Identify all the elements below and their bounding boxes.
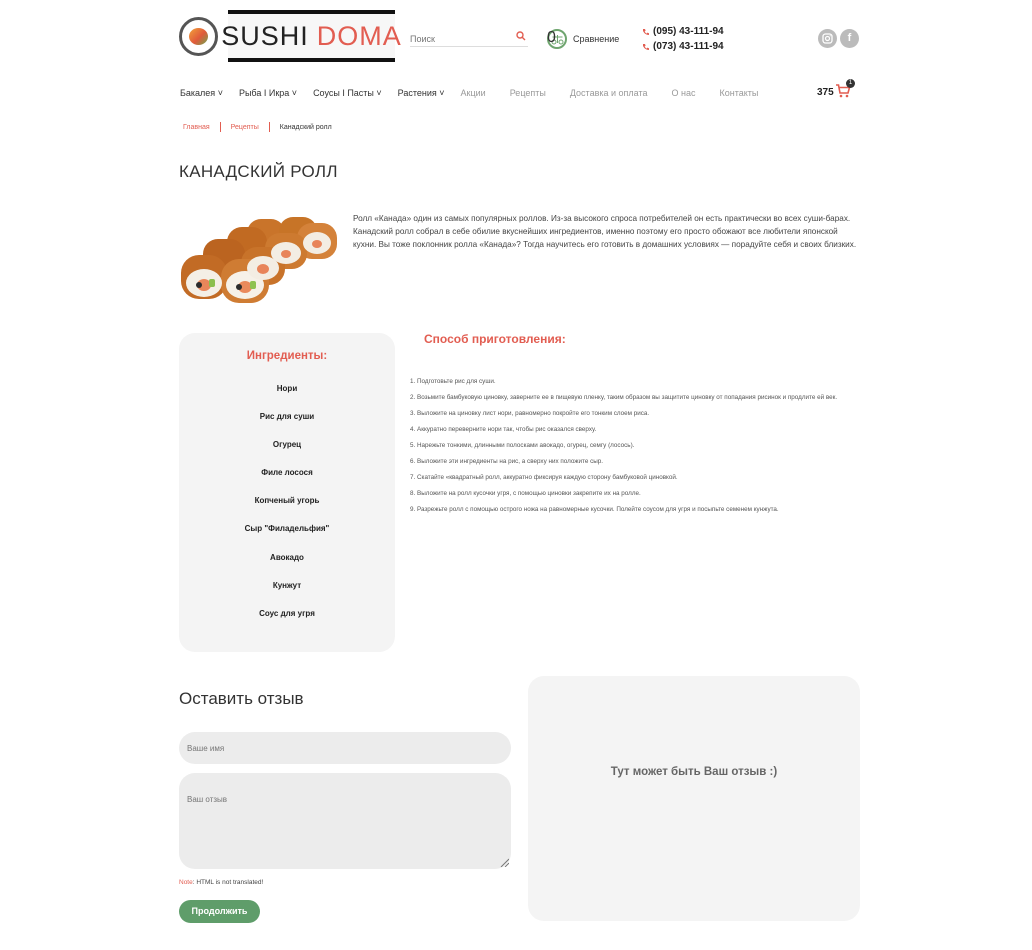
ingredients-title: Ингредиенты: [246, 350, 328, 362]
search-input[interactable] [410, 30, 510, 48]
method-step: 1. Подготовьте рис для суши. [410, 378, 496, 385]
review-placeholder-panel: Тут может быть Ваш отзыв :) [528, 676, 860, 921]
method-step: 8. Выложите на ролл кусочки угря, с помо… [410, 490, 641, 497]
method-step: 2. Возьмите бамбуковую циновку, завернит… [410, 394, 838, 401]
breadcrumb-separator [268, 122, 270, 132]
breadcrumb: Главная Рецепты Канадский ролл [183, 122, 332, 132]
ingredient-item: Нори [276, 384, 298, 393]
phone-number-1: (095) 43-111-94 [653, 26, 724, 37]
html-note: Note: HTML is not translated! [179, 879, 263, 886]
review-textarea[interactable] [179, 773, 511, 869]
intro-text: Ролл «Канада» один из самых популярных р… [353, 214, 857, 249]
method-title: Способ приготовления: [424, 332, 566, 346]
facebook-icon[interactable]: f [840, 29, 859, 48]
ingredient-item: Филе лосося [261, 468, 313, 478]
review-placeholder-text: Тут может быть Ваш отзыв :) [610, 766, 778, 778]
phone-number-2: (073) 43-111-94 [653, 41, 724, 52]
ingredient-item: Сыр "Филадельфия" [244, 524, 330, 534]
compare-label: Сравнение [573, 34, 620, 44]
phone-row-1[interactable]: (095) 43-111-94 [642, 24, 724, 39]
breadcrumb-recipes[interactable]: Рецепты [231, 124, 259, 131]
method-step: 3. Выложите на циновку лист нори, равном… [410, 410, 650, 417]
main-nav: Бакалея ˅ Рыба I Икра ˅ Соусы I Пасты ˅ … [180, 88, 758, 98]
nav-item-sauces[interactable]: Соусы I Пасты ˅ [313, 88, 382, 98]
phone-numbers: (095) 43-111-94 (073) 43-111-94 [642, 24, 724, 54]
nav-item-contacts[interactable]: Контакты [719, 88, 758, 98]
name-input[interactable] [179, 732, 511, 764]
nav-item-plants[interactable]: Растения ˅ [398, 88, 445, 98]
ingredients-list: Нори Рис для суши Огурец Филе лосося Коп… [179, 384, 395, 637]
nav-item-recipes[interactable]: Рецепты [510, 88, 546, 98]
breadcrumb-separator [219, 122, 221, 132]
nav-item-promos[interactable]: Акции [461, 88, 486, 98]
method-step: 4. Аккуратно переверните нори так, чтобы… [410, 426, 597, 433]
method-step: 9. Разрежьте ролл с помощью острого ножа… [410, 506, 779, 513]
nav-item-fish[interactable]: Рыба I Икра ˅ [239, 88, 297, 98]
search-box [410, 29, 528, 48]
breadcrumb-home[interactable]: Главная [183, 124, 210, 131]
logo-word-2: DOMA [316, 20, 402, 51]
compare-link[interactable]: Сравнение [547, 29, 619, 49]
method-step: 7. Скатайте «квадратный ролл, аккуратно … [410, 474, 678, 481]
method-steps: 1. Подготовьте рис для суши. 2. Возьмите… [410, 378, 858, 522]
ingredient-item: Авокадо [270, 552, 304, 562]
phone-row-2[interactable]: (073) 43-111-94 [642, 39, 724, 54]
ingredient-item: Кунжут [272, 580, 302, 590]
method-step: 6. Выложите эти ингредиенты на рис, а св… [410, 458, 604, 465]
page-title: КАНАДСКИЙ РОЛЛ [179, 162, 338, 181]
ingredients-panel: Ингредиенты: Нори Рис для суши Огурец Фи… [179, 333, 395, 652]
phone-icon [643, 28, 649, 35]
ingredient-item: Огурец [272, 440, 302, 450]
compare-count-badge: 0 [547, 29, 556, 46]
note-label: Note [179, 879, 193, 886]
logo-word-1: SUSHI [221, 20, 309, 51]
phone-icon [643, 43, 649, 50]
logo[interactable]: SUSHI DOMA [221, 10, 401, 62]
search-icon[interactable] [516, 31, 526, 41]
logo-icon[interactable] [179, 17, 218, 56]
nav-item-grocery[interactable]: Бакалея ˅ [180, 88, 223, 98]
note-text: : HTML is not translated! [192, 879, 264, 886]
nav-item-about[interactable]: О нас [672, 88, 696, 98]
cart-total[interactable]: 375 [817, 87, 834, 98]
review-heading: Оставить отзыв [179, 689, 304, 708]
instagram-icon[interactable] [818, 29, 837, 48]
ingredient-item: Соус для угря [259, 608, 315, 618]
resize-grip-icon[interactable] [499, 857, 509, 867]
submit-button[interactable]: Продолжить [179, 900, 260, 923]
sushi-roll-image [181, 217, 337, 303]
ingredient-item: Рис для суши [259, 412, 315, 422]
method-step: 5. Нарежьте тонкими, длинными полосками … [410, 442, 635, 449]
ingredient-item: Копченый угорь [254, 496, 320, 506]
breadcrumb-current: Канадский ролл [279, 123, 332, 131]
nav-item-delivery[interactable]: Доставка и оплата [570, 88, 648, 98]
cart-count-badge: 1 [846, 79, 855, 88]
